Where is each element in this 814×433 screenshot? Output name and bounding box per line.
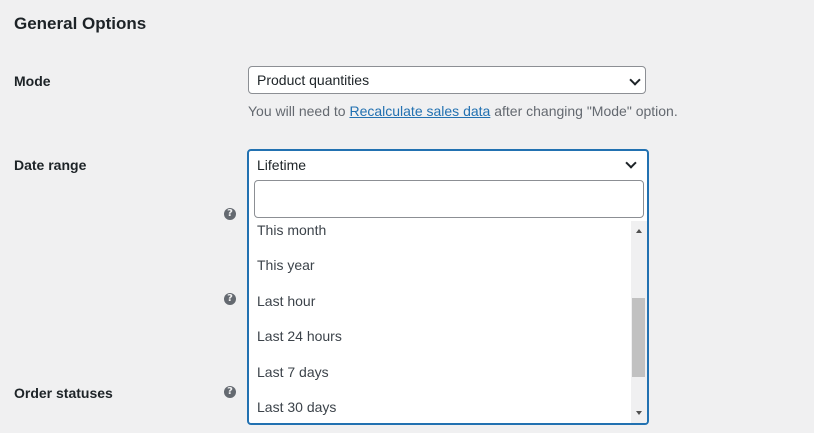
date-range-label: Date range: [14, 157, 87, 173]
option-last-30-days[interactable]: Last 30 days: [257, 399, 336, 415]
scroll-up-arrow-icon[interactable]: [636, 229, 642, 233]
option-last-24-hours[interactable]: Last 24 hours: [257, 328, 342, 344]
scrollbar-thumb[interactable]: [632, 298, 645, 377]
help-icon[interactable]: ?: [224, 208, 236, 220]
help-icon[interactable]: ?: [224, 293, 236, 305]
option-last-7-days[interactable]: Last 7 days: [257, 364, 329, 380]
recalculate-sales-data-link[interactable]: Recalculate sales data: [349, 103, 490, 119]
mode-select[interactable]: Product quantities: [248, 66, 646, 94]
option-last-hour[interactable]: Last hour: [257, 293, 315, 309]
date-range-selected-value[interactable]: Lifetime: [257, 157, 306, 173]
order-statuses-label: Order statuses: [14, 385, 113, 401]
options-scrollbar[interactable]: [631, 221, 647, 423]
page-title: General Options: [14, 14, 147, 33]
mode-select-value: Product quantities: [257, 72, 370, 88]
mode-description: You will need to Recalculate sales data …: [248, 103, 678, 119]
option-this-year[interactable]: This year: [257, 257, 315, 273]
scroll-down-arrow-icon[interactable]: [636, 411, 642, 415]
help-icon[interactable]: ?: [224, 386, 236, 398]
chevron-down-icon[interactable]: [625, 157, 637, 169]
date-range-dropdown[interactable]: Lifetime This month This year Last hour …: [247, 149, 649, 425]
mode-label: Mode: [14, 73, 51, 89]
date-range-search-input[interactable]: [254, 180, 644, 218]
option-this-month[interactable]: This month: [257, 222, 326, 238]
date-range-options-list: This month This year Last hour Last 24 h…: [249, 221, 631, 423]
chevron-down-icon: [629, 74, 641, 86]
